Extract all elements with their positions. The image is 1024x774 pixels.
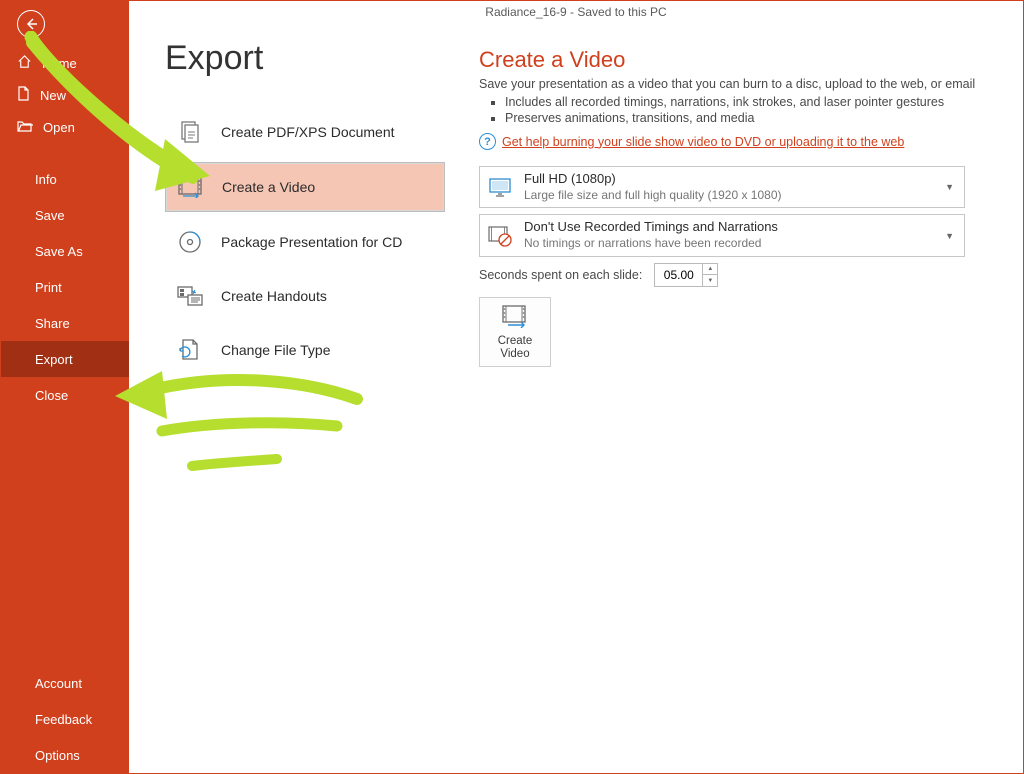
nav-close[interactable]: Close bbox=[1, 377, 129, 413]
nav-feedback[interactable]: Feedback bbox=[1, 701, 129, 737]
nav-account[interactable]: Account bbox=[1, 665, 129, 701]
nav-save[interactable]: Save bbox=[1, 197, 129, 233]
export-option-video[interactable]: Create a Video bbox=[165, 162, 445, 212]
seconds-input[interactable] bbox=[655, 264, 702, 286]
export-option-cd[interactable]: Package Presentation for CD bbox=[165, 218, 445, 266]
nav-home[interactable]: Home bbox=[1, 47, 129, 79]
spinner-up[interactable]: ▲ bbox=[703, 264, 717, 276]
handouts-icon bbox=[175, 284, 205, 308]
nav-label: Save bbox=[35, 208, 65, 223]
combo-title: Full HD (1080p) bbox=[524, 171, 935, 188]
nav-share[interactable]: Share bbox=[1, 305, 129, 341]
export-details-panel: Create a Video Save your presentation as… bbox=[479, 39, 993, 753]
page-title: Export bbox=[165, 39, 445, 78]
nav-new[interactable]: New bbox=[1, 79, 129, 111]
document-icon bbox=[17, 86, 30, 104]
export-option-pdf[interactable]: Create PDF/XPS Document bbox=[165, 108, 445, 156]
option-label: Create Handouts bbox=[221, 288, 327, 304]
nav-label: Open bbox=[43, 120, 75, 135]
combo-desc: Large file size and full high quality (1… bbox=[524, 188, 935, 204]
nav-label: Feedback bbox=[35, 712, 92, 727]
combo-desc: No timings or narrations have been recor… bbox=[524, 236, 935, 252]
details-bullet: Includes all recorded timings, narration… bbox=[505, 95, 993, 109]
nav-label: Options bbox=[35, 748, 80, 763]
export-options-list: Create PDF/XPS Document Create a Video P… bbox=[165, 108, 445, 374]
back-button[interactable] bbox=[1, 1, 129, 47]
details-bullet: Preserves animations, transitions, and m… bbox=[505, 111, 993, 125]
combo-title: Don't Use Recorded Timings and Narration… bbox=[524, 219, 935, 236]
details-lead: Save your presentation as a video that y… bbox=[479, 77, 993, 91]
export-option-filetype[interactable]: Change File Type bbox=[165, 326, 445, 374]
nav-label: Print bbox=[35, 280, 62, 295]
film-export-icon bbox=[500, 304, 530, 332]
nav-label: Home bbox=[42, 56, 77, 71]
nav-label: New bbox=[40, 88, 66, 103]
export-option-handouts[interactable]: Create Handouts bbox=[165, 272, 445, 320]
button-label: Create bbox=[498, 335, 533, 347]
title-bar: Radiance_16-9 - Saved to this PC bbox=[129, 1, 1023, 29]
back-arrow-icon bbox=[17, 10, 45, 38]
help-link[interactable]: Get help burning your slide show video t… bbox=[502, 135, 904, 149]
details-heading: Create a Video bbox=[479, 47, 993, 73]
create-video-button[interactable]: Create Video bbox=[479, 297, 551, 367]
timings-dropdown[interactable]: Don't Use Recorded Timings and Narration… bbox=[479, 214, 965, 256]
chevron-down-icon: ▼ bbox=[945, 182, 958, 192]
nav-print[interactable]: Print bbox=[1, 269, 129, 305]
film-icon bbox=[176, 176, 206, 198]
pdf-icon bbox=[175, 119, 205, 145]
video-quality-dropdown[interactable]: Full HD (1080p) Large file size and full… bbox=[479, 166, 965, 208]
help-icon: ? bbox=[479, 133, 496, 150]
seconds-label: Seconds spent on each slide: bbox=[479, 268, 642, 282]
nav-label: Export bbox=[35, 352, 73, 367]
film-no-icon bbox=[486, 225, 514, 247]
nav-export[interactable]: Export bbox=[1, 341, 129, 377]
option-label: Create a Video bbox=[222, 179, 315, 195]
cd-icon bbox=[175, 229, 205, 255]
option-label: Change File Type bbox=[221, 342, 330, 358]
nav-open[interactable]: Open bbox=[1, 111, 129, 143]
backstage-sidebar: Home New Open Info Save Save As Print Sh… bbox=[1, 1, 129, 773]
nav-label: Close bbox=[35, 388, 68, 403]
nav-label: Share bbox=[35, 316, 70, 331]
document-title: Radiance_16-9 - Saved to this PC bbox=[485, 5, 666, 19]
button-label: Video bbox=[500, 348, 529, 360]
nav-label: Save As bbox=[35, 244, 83, 259]
main-area: Radiance_16-9 - Saved to this PC Export … bbox=[129, 1, 1023, 773]
seconds-spinner[interactable]: ▲ ▼ bbox=[654, 263, 718, 287]
nav-label: Info bbox=[35, 172, 57, 187]
nav-options[interactable]: Options bbox=[1, 737, 129, 773]
folder-open-icon bbox=[17, 119, 33, 135]
option-label: Package Presentation for CD bbox=[221, 234, 402, 250]
chevron-down-icon: ▼ bbox=[945, 231, 958, 241]
monitor-icon bbox=[486, 176, 514, 198]
nav-label: Account bbox=[35, 676, 82, 691]
home-icon bbox=[17, 54, 32, 72]
nav-info[interactable]: Info bbox=[1, 161, 129, 197]
option-label: Create PDF/XPS Document bbox=[221, 124, 395, 140]
nav-save-as[interactable]: Save As bbox=[1, 233, 129, 269]
change-filetype-icon bbox=[175, 337, 205, 363]
spinner-down[interactable]: ▼ bbox=[703, 275, 717, 286]
